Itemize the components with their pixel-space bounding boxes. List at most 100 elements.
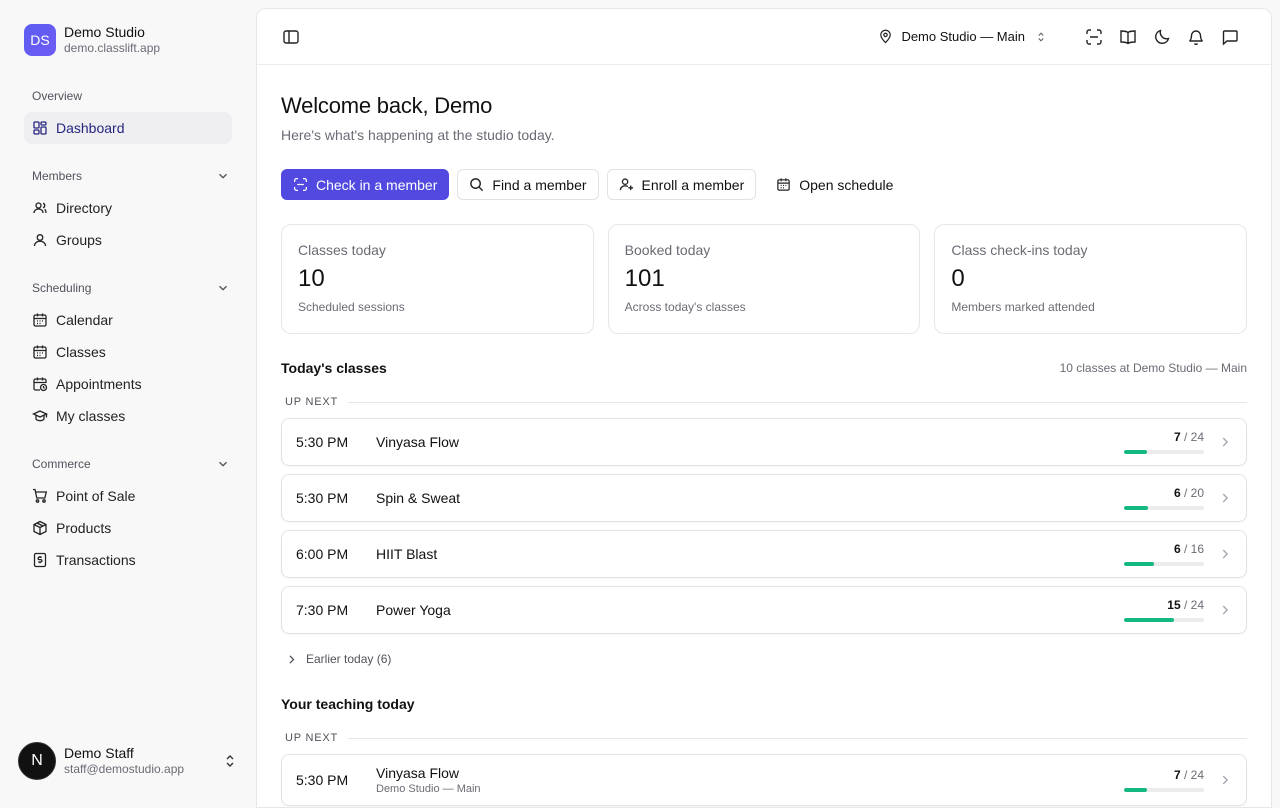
nav-heading-scheduling[interactable]: Scheduling xyxy=(24,280,240,296)
docs-button[interactable] xyxy=(1111,20,1145,54)
user-menu[interactable]: N Demo Staff staff@demostudio.app xyxy=(18,742,238,780)
stat-value: 10 xyxy=(298,265,325,292)
class-row[interactable]: 7:30 PM Power Yoga 15 / 24 xyxy=(281,586,1247,634)
class-name: Vinyasa Flow xyxy=(376,434,460,450)
todays-classes-list: 5:30 PM Vinyasa Flow 7 / 24 5:30 PM Spin… xyxy=(281,418,1247,634)
stat-description: Scheduled sessions xyxy=(298,300,405,314)
sidebar-item-label: Transactions xyxy=(56,552,136,568)
studio-switcher[interactable]: DS Demo Studio demo.classlift.app xyxy=(24,24,240,56)
sidebar-item-point-of-sale[interactable]: Point of Sale xyxy=(24,480,232,512)
capacity-bar-fill xyxy=(1124,562,1154,566)
quick-actions: Check in a member Find a member Enroll a… xyxy=(281,169,1247,200)
earlier-today-toggle[interactable]: Earlier today (6) xyxy=(281,652,1247,666)
studio-logo: DS xyxy=(24,24,56,56)
scan-icon xyxy=(1086,28,1102,45)
nav-heading-commerce[interactable]: Commerce xyxy=(24,456,240,472)
sidebar-item-label: Appointments xyxy=(56,376,142,392)
package-icon xyxy=(33,520,47,536)
class-location: Demo Studio — Main xyxy=(376,783,481,795)
class-row[interactable]: 6:00 PM HIIT Blast 6 / 16 xyxy=(281,530,1247,578)
sidebar-item-dashboard[interactable]: Dashboard xyxy=(24,112,232,144)
theme-toggle-button[interactable] xyxy=(1145,20,1179,54)
capacity-bar-fill xyxy=(1124,618,1174,622)
notifications-button[interactable] xyxy=(1179,20,1213,54)
location-label: Demo Studio — Main xyxy=(901,29,1025,44)
sidebar-item-products[interactable]: Products xyxy=(24,512,232,544)
class-time: 5:30 PM xyxy=(296,772,349,788)
sidebar-toggle-icon[interactable] xyxy=(281,27,301,47)
capacity-bar-fill xyxy=(1124,450,1148,454)
chevron-right-icon xyxy=(289,654,295,664)
capacity-total: / 24 xyxy=(1183,598,1204,612)
open-schedule-button[interactable]: Open schedule xyxy=(764,169,906,200)
studio-name: Demo Studio xyxy=(64,24,145,40)
capacity-bar-fill xyxy=(1124,788,1148,792)
bell-icon xyxy=(1189,29,1203,45)
enroll-member-button[interactable]: Enroll a member xyxy=(606,169,757,200)
calendar-icon xyxy=(33,345,47,359)
class-capacity: 7 / 24 xyxy=(1124,768,1204,792)
map-pin-icon xyxy=(880,29,892,44)
check-in-button[interactable]: Check in a member xyxy=(281,169,450,200)
sidebar-item-groups[interactable]: Groups xyxy=(24,224,232,256)
section-title: Your teaching today xyxy=(281,696,415,712)
sidebar-item-label: Calendar xyxy=(56,312,113,328)
dashboard-icon xyxy=(33,121,47,135)
sidebar-item-label: My classes xyxy=(56,408,126,424)
up-next-divider: UP NEXT xyxy=(281,396,1247,408)
user-plus-icon xyxy=(619,178,633,191)
capacity-bar-fill xyxy=(1124,506,1148,510)
chevrons-up-down-icon xyxy=(226,755,234,767)
section-note: 10 classes at Demo Studio — Main xyxy=(1059,361,1247,375)
nav-heading-members[interactable]: Members xyxy=(24,168,240,184)
search-icon xyxy=(470,178,484,192)
stat-description: Across today's classes xyxy=(624,300,746,314)
sidebar-item-label: Products xyxy=(56,520,112,536)
scan-button[interactable] xyxy=(1077,20,1111,54)
sidebar-item-classes[interactable]: Classes xyxy=(24,336,232,368)
find-member-button[interactable]: Find a member xyxy=(457,169,599,200)
sidebar-item-directory[interactable]: Directory xyxy=(24,192,232,224)
sidebar-item-label: Classes xyxy=(56,344,106,360)
nav-section-overview: Overview Dashboard xyxy=(24,88,240,144)
stats-row: Classes today 10 Scheduled sessions Book… xyxy=(281,224,1248,334)
booked-count: 7 xyxy=(1173,430,1181,444)
capacity-bar xyxy=(1124,450,1204,454)
todays-classes-header: Today's classes 10 classes at Demo Studi… xyxy=(281,360,1247,376)
cart-icon xyxy=(33,488,48,503)
up-next-label: UP NEXT xyxy=(285,396,339,408)
check-in-label: Check in a member xyxy=(316,176,438,193)
topbar: Demo Studio — Main xyxy=(257,9,1271,65)
chevron-right-icon xyxy=(1222,549,1229,559)
class-row[interactable]: 5:30 PM Vinyasa Flow Demo Studio — Main … xyxy=(281,754,1247,806)
class-capacity: 6 / 20 xyxy=(1124,486,1204,510)
message-square-icon xyxy=(1222,29,1238,46)
page-title: Welcome back, Demo xyxy=(281,93,493,118)
sidebar-item-my-classes[interactable]: My classes xyxy=(24,400,232,432)
sidebar-item-transactions[interactable]: Transactions xyxy=(24,544,232,576)
location-switcher[interactable]: Demo Studio — Main xyxy=(878,29,1047,44)
chevron-down-icon xyxy=(219,461,227,467)
booked-count: 15 xyxy=(1167,598,1181,612)
nav-heading-overview: Overview xyxy=(32,89,83,103)
sidebar-item-label: Point of Sale xyxy=(56,488,136,504)
class-name: Vinyasa Flow xyxy=(376,765,460,781)
capacity-total: / 24 xyxy=(1183,430,1204,444)
stat-card-classes-today: Classes today 10 Scheduled sessions xyxy=(281,224,594,334)
messages-button[interactable] xyxy=(1213,20,1247,54)
capacity-total: / 20 xyxy=(1183,486,1204,500)
chevron-right-icon xyxy=(1222,437,1229,447)
chevrons-up-down-icon xyxy=(1038,32,1044,41)
class-row[interactable]: 5:30 PM Vinyasa Flow 7 / 24 xyxy=(281,418,1247,466)
sidebar-item-calendar[interactable]: Calendar xyxy=(24,304,232,336)
main-panel: Demo Studio — Main Welcome back, Demo He… xyxy=(256,8,1272,808)
capacity-bar xyxy=(1124,506,1204,510)
class-name: HIIT Blast xyxy=(376,546,438,562)
sidebar-item-appointments[interactable]: Appointments xyxy=(24,368,232,400)
moon-icon xyxy=(1155,28,1170,44)
find-member-label: Find a member xyxy=(492,176,587,193)
class-row[interactable]: 5:30 PM Spin & Sweat 6 / 20 xyxy=(281,474,1247,522)
teaching-header: Your teaching today xyxy=(281,696,1247,712)
up-next-label: UP NEXT xyxy=(285,732,339,744)
nav-section-commerce: Commerce Point of Sale Products Transact… xyxy=(24,456,240,576)
